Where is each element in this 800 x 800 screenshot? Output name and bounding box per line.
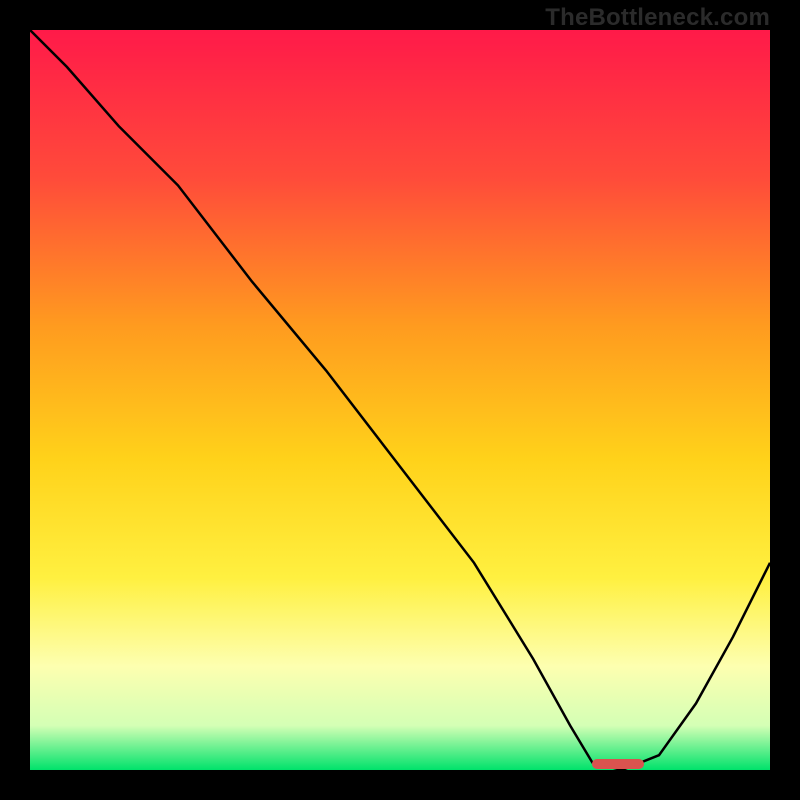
curve-svg (30, 30, 770, 770)
bottleneck-curve (30, 30, 770, 770)
optimum-marker (592, 759, 644, 769)
watermark-text: TheBottleneck.com (545, 4, 770, 32)
plot-area (30, 30, 770, 770)
chart-frame: { "watermark": "TheBottleneck.com", "cha… (0, 0, 800, 800)
